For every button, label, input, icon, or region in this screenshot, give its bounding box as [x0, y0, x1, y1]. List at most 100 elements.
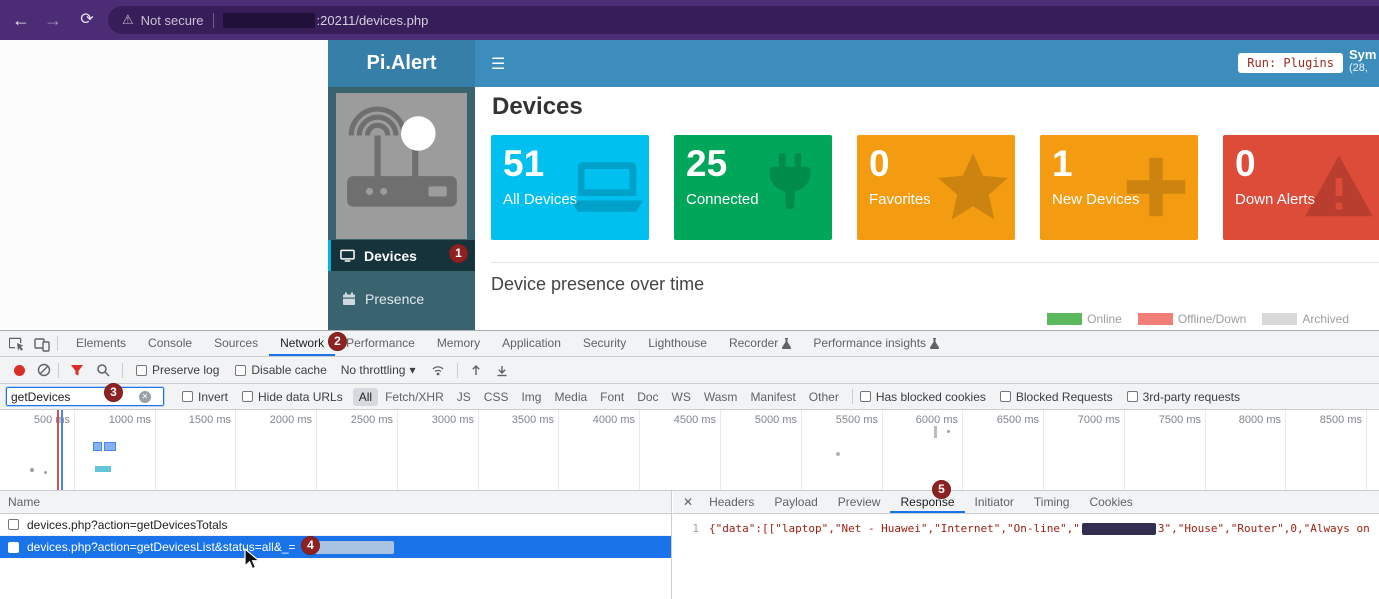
throttling-dropdown[interactable]: No throttling▾: [341, 363, 416, 377]
has-blocked-cookies-checkbox[interactable]: Has blocked cookies: [860, 390, 986, 404]
clear-filter-icon[interactable]: ✕: [139, 391, 151, 403]
devtools-tabbar: Elements Console Sources Network Perform…: [0, 331, 1379, 357]
tick-label: 8000 ms: [1223, 414, 1281, 426]
tab-performance[interactable]: Performance: [335, 331, 426, 356]
card-connected[interactable]: 25 Connected: [674, 135, 832, 240]
tab-initiator[interactable]: Initiator: [965, 491, 1024, 513]
legend-archived: Archived: [1262, 312, 1349, 326]
checkbox[interactable]: [8, 542, 19, 553]
card-down-alerts[interactable]: 0 Down Alerts: [1223, 135, 1379, 240]
app-logo[interactable]: Pi.Alert: [328, 40, 475, 87]
disable-cache-checkbox[interactable]: Disable cache: [235, 363, 326, 377]
address-separator: [213, 13, 214, 28]
network-conditions-icon[interactable]: [431, 363, 445, 377]
tab-lighthouse[interactable]: Lighthouse: [637, 331, 718, 356]
tab-response[interactable]: Response: [890, 491, 964, 513]
timeline-activity-mark: [44, 471, 47, 474]
hamburger-menu-icon[interactable]: ☰: [491, 54, 505, 74]
tab-network[interactable]: Network: [269, 331, 335, 356]
checkbox-label: Has blocked cookies: [876, 390, 986, 404]
inspect-element-icon[interactable]: [9, 336, 25, 352]
requests-name-header[interactable]: Name: [0, 491, 671, 514]
filter-type-ws[interactable]: WS: [666, 388, 697, 406]
request-row-selected[interactable]: devices.php?action=getDevicesList&status…: [0, 536, 671, 558]
invert-checkbox[interactable]: Invert: [182, 390, 228, 404]
checkbox: [182, 391, 193, 402]
tab-cookies[interactable]: Cookies: [1079, 491, 1142, 513]
filter-type-media[interactable]: Media: [548, 388, 593, 406]
sidebar: Devices Presence: [328, 87, 475, 330]
card-all-devices[interactable]: 51 All Devices: [491, 135, 649, 240]
legend-swatch-archived: [1262, 313, 1297, 325]
hide-data-urls-checkbox[interactable]: Hide data URLs: [242, 390, 343, 404]
reload-icon[interactable]: ⟳: [74, 7, 100, 33]
filter-type-doc[interactable]: Doc: [631, 388, 664, 406]
response-body[interactable]: 1{"data":[["laptop","Net - Huawei","Inte…: [673, 514, 1379, 535]
filter-type-font[interactable]: Font: [594, 388, 630, 406]
tab-elements[interactable]: Elements: [65, 331, 137, 356]
record-icon[interactable]: [14, 365, 25, 376]
url-text: :20211/devices.php: [317, 13, 429, 28]
checkbox-label: Hide data URLs: [258, 390, 343, 404]
network-overview-timeline[interactable]: 500 ms 1000 ms 1500 ms 2000 ms 2500 ms 3…: [0, 410, 1379, 491]
legend-label: Archived: [1302, 312, 1349, 326]
search-icon[interactable]: [96, 363, 110, 377]
checkbox[interactable]: [8, 519, 19, 530]
device-toolbar-icon[interactable]: [34, 336, 50, 352]
address-bar[interactable]: ⚠ Not secure :20211/devices.php: [108, 6, 1379, 34]
timeline-activity-mark: [934, 426, 937, 438]
export-har-icon[interactable]: [495, 363, 509, 377]
preserve-log-checkbox[interactable]: Preserve log: [136, 363, 219, 377]
tab-performance-insights[interactable]: Performance insights: [802, 331, 950, 356]
tab-sources[interactable]: Sources: [203, 331, 269, 356]
tab-payload[interactable]: Payload: [764, 491, 827, 513]
tab-headers[interactable]: Headers: [699, 491, 764, 513]
filter-type-fetchxhr[interactable]: Fetch/XHR: [379, 388, 450, 406]
filter-type-img[interactable]: Img: [515, 388, 547, 406]
card-favorites[interactable]: 0 Favorites: [857, 135, 1015, 240]
sidebar-item-presence[interactable]: Presence: [328, 283, 475, 314]
tab-recorder[interactable]: Recorder: [718, 331, 802, 356]
gridline: [316, 410, 317, 490]
app-main: Devices 51 All Devices 25 Connected 0 Fa…: [475, 87, 1379, 330]
page-title: Devices: [492, 93, 583, 121]
tab-security[interactable]: Security: [572, 331, 637, 356]
gridline: [1366, 410, 1367, 490]
third-party-requests-checkbox[interactable]: 3rd-party requests: [1127, 390, 1240, 404]
tab-application[interactable]: Application: [491, 331, 572, 356]
timeline-activity-mark: [30, 468, 34, 472]
close-icon[interactable]: ✕: [683, 495, 693, 509]
card-new-devices[interactable]: 1 New Devices: [1040, 135, 1198, 240]
run-plugins-button[interactable]: Run: Plugins: [1238, 53, 1343, 73]
forward-icon[interactable]: →: [40, 7, 66, 33]
gridline: [1205, 410, 1206, 490]
tab-label: Recorder: [729, 331, 778, 356]
filter-type-js[interactable]: JS: [451, 388, 477, 406]
filter-icon[interactable]: [70, 363, 84, 377]
back-icon[interactable]: ←: [8, 7, 34, 33]
tab-memory[interactable]: Memory: [426, 331, 491, 356]
filter-type-manifest[interactable]: Manifest: [744, 388, 801, 406]
devtools-panel: Elements Console Sources Network Perform…: [0, 330, 1379, 599]
filter-type-other[interactable]: Other: [803, 388, 845, 406]
timeline-activity-mark: [947, 430, 950, 433]
gridline: [74, 410, 75, 490]
tab-preview[interactable]: Preview: [828, 491, 891, 513]
divider: [58, 363, 59, 378]
router-image: [336, 93, 467, 239]
filter-type-all[interactable]: All: [353, 388, 378, 406]
clear-icon[interactable]: [37, 363, 51, 377]
gridline: [720, 410, 721, 490]
navbar-user[interactable]: Sym (28,: [1349, 47, 1379, 74]
tab-timing[interactable]: Timing: [1024, 491, 1080, 513]
warning-triangle-icon: [1303, 151, 1375, 223]
import-har-icon[interactable]: [469, 363, 483, 377]
gridline: [397, 410, 398, 490]
tab-console[interactable]: Console: [137, 331, 203, 356]
divider: [122, 363, 123, 378]
blocked-requests-checkbox[interactable]: Blocked Requests: [1000, 390, 1113, 404]
filter-type-css[interactable]: CSS: [478, 388, 515, 406]
filter-type-wasm[interactable]: Wasm: [698, 388, 744, 406]
checkbox: [136, 365, 147, 376]
request-row[interactable]: devices.php?action=getDevicesTotals: [0, 514, 671, 536]
